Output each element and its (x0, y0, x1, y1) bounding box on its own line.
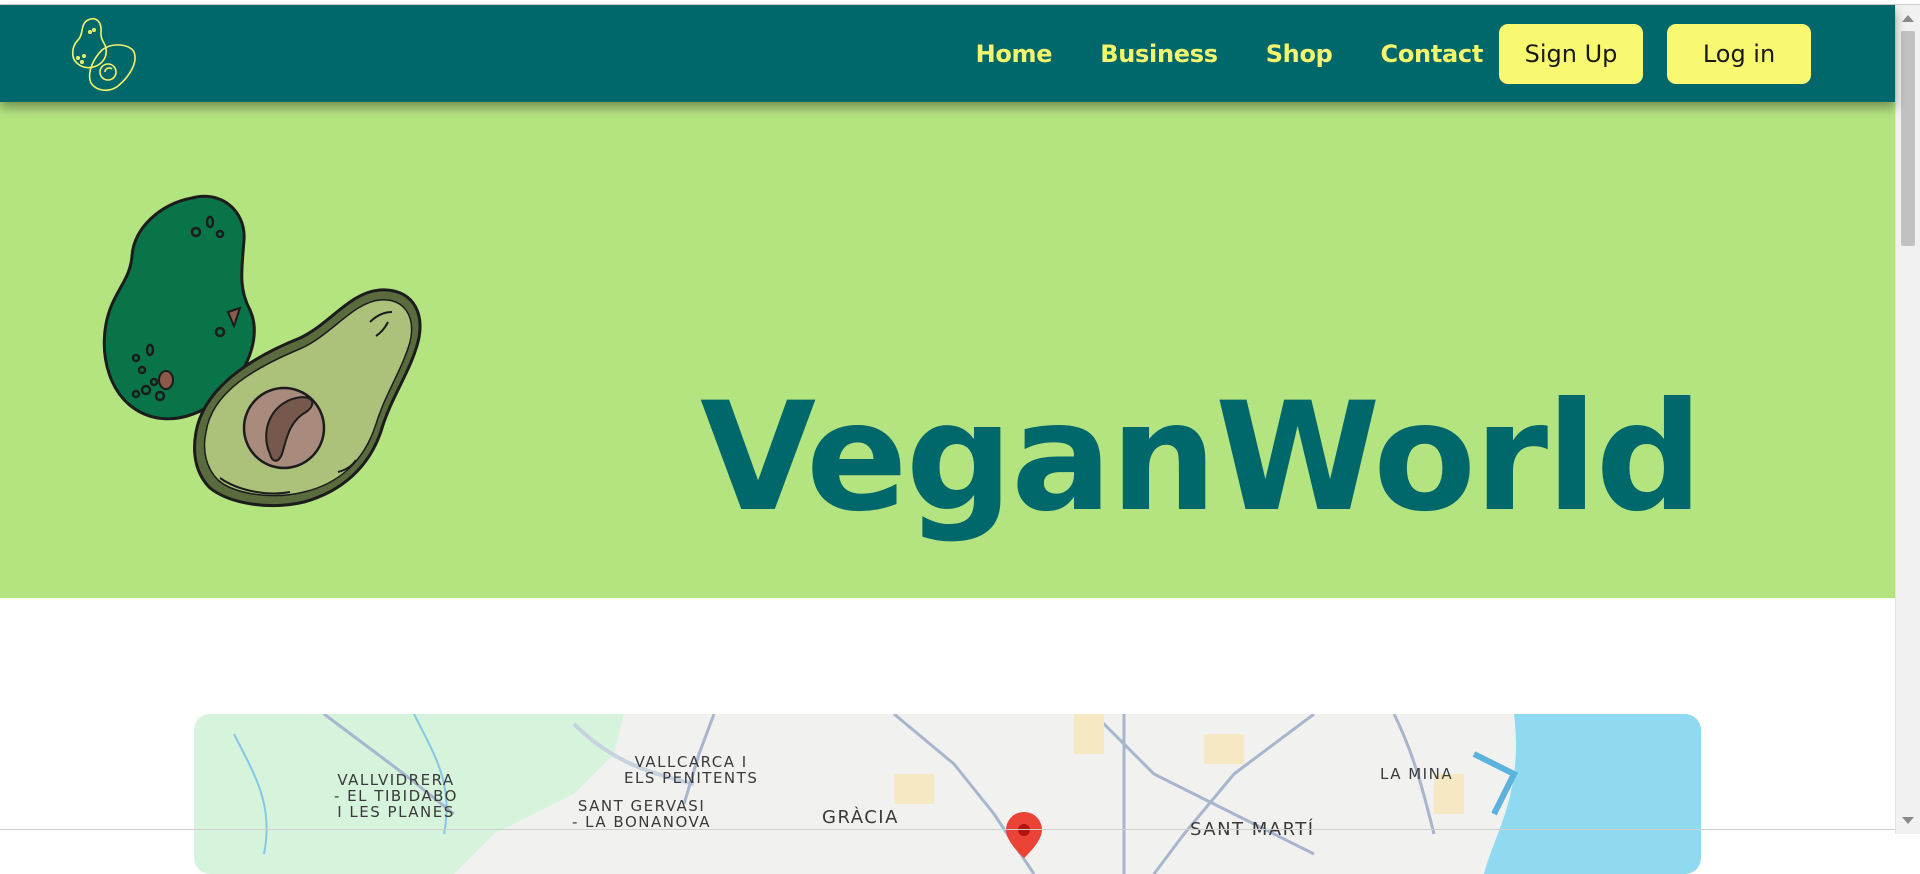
main-navigation: Home Business Shop Contact (928, 5, 1484, 102)
map-label-vallvidrera: VALLVIDRERA - EL TIBIDABO I LES PLANES (334, 771, 458, 821)
avocado-logo-icon[interactable] (68, 14, 144, 94)
nav-link-contact[interactable]: Contact (1381, 40, 1484, 68)
hero-banner: VeganWorld (0, 102, 1895, 598)
map-pin-icon[interactable] (1004, 810, 1044, 860)
map-label-vallcarca: VALLCARCA I ELS PENITENTS (624, 753, 759, 787)
map-label-la-mina: LA MINA (1380, 765, 1454, 783)
scroll-down-arrow-icon[interactable] (1902, 817, 1914, 824)
scroll-up-arrow-icon[interactable] (1902, 15, 1914, 22)
avocado-illustration (102, 194, 422, 508)
navbar: Home Business Shop Contact Sign Up Log i… (0, 5, 1895, 102)
viewport-bottom-edge (0, 829, 1895, 830)
vertical-scrollbar[interactable] (1895, 5, 1920, 834)
map-label-sant-gervasi: SANT GERVASI - LA BONANOVA (572, 797, 712, 831)
map-label-sant-marti: SANT MARTÍ (1190, 819, 1315, 840)
location-map[interactable]: VALLVIDRERA - EL TIBIDABO I LES PLANES V… (194, 714, 1701, 874)
nav-link-home[interactable]: Home (976, 40, 1053, 68)
signup-button[interactable]: Sign Up (1499, 24, 1643, 84)
nav-link-shop[interactable]: Shop (1266, 40, 1333, 68)
nav-link-business[interactable]: Business (1100, 40, 1218, 68)
login-button[interactable]: Log in (1667, 24, 1811, 84)
hero-title: VeganWorld (700, 370, 1703, 545)
scrollbar-thumb[interactable] (1901, 31, 1915, 246)
map-label-gracia: GRÀCIA (822, 807, 899, 828)
